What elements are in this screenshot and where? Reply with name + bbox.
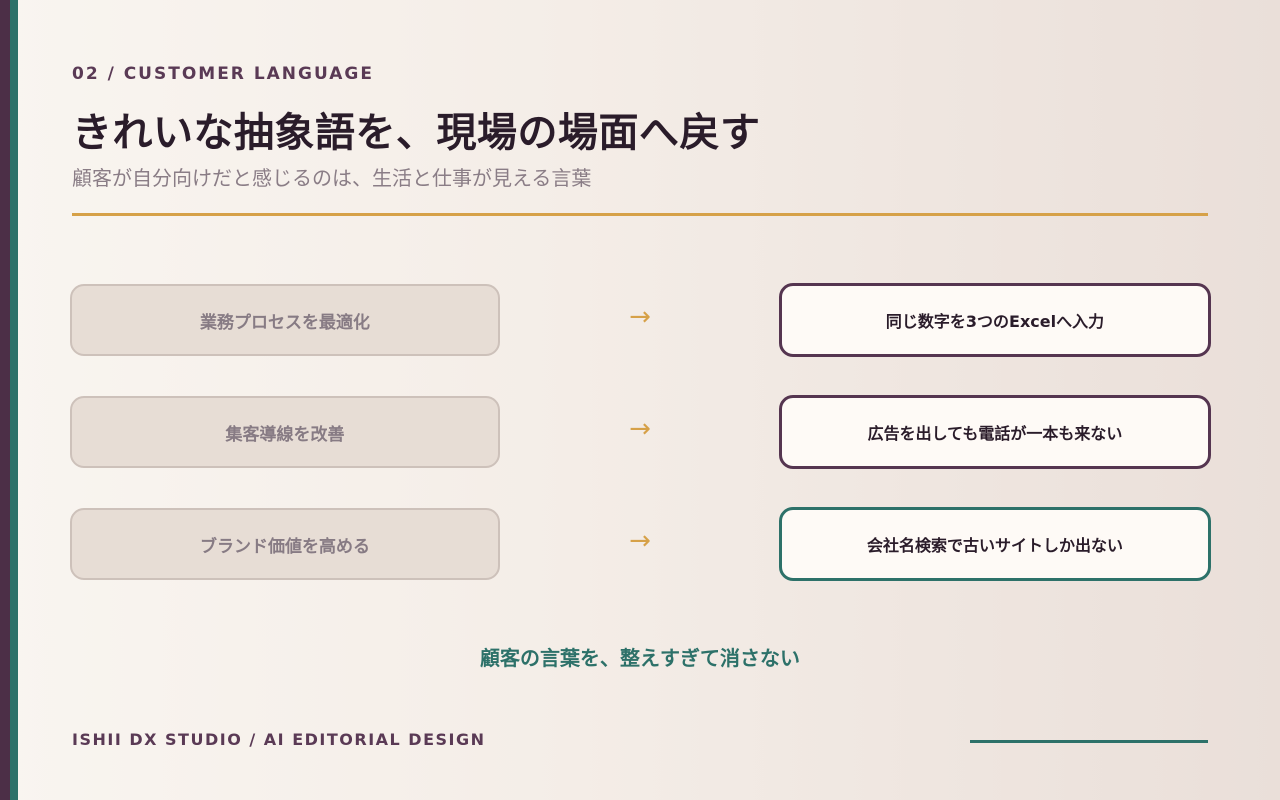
footer-credit: ISHII DX STUDIO / AI EDITORIAL DESIGN [72,730,486,749]
concrete-scene-box: 同じ数字を3つのExcelへ入力 [779,283,1211,357]
arrow-right-icon: → [629,526,651,556]
concrete-scene-text: 会社名検索で古いサイトしか出ない [866,536,1123,555]
header-divider [72,213,1208,216]
abstract-phrase-text: 集客導線を改善 [225,424,345,445]
abstract-phrase-box: 業務プロセスを最適化 [70,284,500,356]
concrete-scene-text: 広告を出しても電話が一本も来ない [867,424,1123,443]
section-eyebrow: 02 / CUSTOMER LANGUAGE [72,64,374,84]
abstract-phrase-text: 業務プロセスを最適化 [200,312,370,333]
abstract-phrase-box: ブランド価値を高める [70,508,500,580]
footer-accent-line [970,740,1208,743]
arrow-right-icon: → [629,302,651,332]
abstract-phrase-text: ブランド価値を高める [200,536,370,557]
concrete-scene-box-highlight: 会社名検索で古いサイトしか出ない [779,507,1211,581]
concrete-scene-box: 広告を出しても電話が一本も来ない [779,395,1211,469]
concrete-scene-text: 同じ数字を3つのExcelへ入力 [885,312,1105,331]
closing-message: 顧客の言葉を、整えすぎて消さない [480,646,800,670]
arrow-right-icon: → [629,414,651,444]
left-accent-rail [0,0,18,800]
abstract-phrase-box: 集客導線を改善 [70,396,500,468]
slide-subtitle: 顧客が自分向けだと感じるのは、生活と仕事が見える言葉 [72,166,592,190]
slide-title: きれいな抽象語を、現場の場面へ戻す [72,110,761,156]
